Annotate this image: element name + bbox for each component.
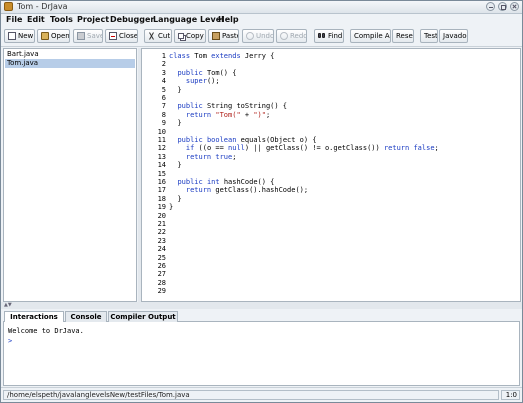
open-folder-icon — [41, 32, 49, 40]
scissors-icon — [148, 32, 156, 40]
undo-icon — [246, 32, 254, 40]
line-number: 8 — [161, 110, 166, 119]
close-window-button[interactable] — [510, 2, 519, 11]
line-number: 27 — [157, 270, 166, 279]
save-button[interactable]: Save — [73, 29, 103, 43]
new-file-icon — [8, 32, 16, 40]
document-item-bart[interactable]: Bart.java — [5, 50, 135, 59]
maximize-button[interactable] — [498, 2, 507, 11]
code-line: return getClass().hashCode(); — [185, 186, 309, 195]
bottom-tab-bar: Interactions Console Compiler Output — [3, 310, 520, 323]
menu-debugger[interactable]: Debugger — [110, 15, 154, 24]
find-button[interactable]: Find — [314, 29, 344, 43]
collapse-arrows-icon[interactable]: ▲▼ — [4, 303, 12, 308]
code-line: } — [169, 161, 182, 170]
cut-button[interactable]: Cut — [144, 29, 172, 43]
line-number: 24 — [157, 245, 166, 254]
line-number: 22 — [157, 228, 166, 237]
menu-language-level[interactable]: Language Level — [153, 15, 224, 24]
line-number: 25 — [157, 253, 166, 262]
minimize-button[interactable] — [486, 2, 495, 11]
line-number: 6 — [161, 94, 166, 102]
new-button[interactable]: New — [4, 29, 35, 43]
menu-tools[interactable]: Tools — [50, 15, 73, 24]
close-button[interactable]: Close — [105, 29, 138, 43]
line-number: 14 — [157, 161, 166, 170]
code-line: class Tom extends Jerry { — [169, 52, 275, 60]
title-bar: Tom - DrJava — [1, 1, 522, 14]
code-line: } — [169, 203, 174, 212]
binoculars-icon — [318, 32, 326, 40]
line-number: 17 — [157, 186, 166, 195]
menu-file[interactable]: File — [6, 15, 22, 24]
copy-button[interactable]: Copy — [174, 29, 206, 43]
save-icon — [77, 32, 85, 40]
line-number: 29 — [157, 287, 166, 296]
welcome-message: Welcome to DrJava. — [8, 327, 84, 335]
menu-bar: File Edit Tools Project Debugger Languag… — [1, 14, 522, 26]
code-line: super(); — [185, 77, 220, 86]
menu-edit[interactable]: Edit — [27, 15, 45, 24]
line-number: 20 — [157, 211, 166, 220]
open-button[interactable]: Open — [37, 29, 70, 43]
code-line: return "Tom(" + ")"; — [185, 110, 271, 119]
toolbar: New Open Save Close Cut Copy Paste Undo … — [1, 27, 522, 47]
redo-button[interactable]: Redo — [276, 29, 307, 43]
line-number: 11 — [157, 136, 166, 144]
line-number: 26 — [157, 262, 166, 270]
code-line: } — [169, 85, 182, 94]
close-file-icon — [109, 32, 117, 40]
line-number: 4 — [161, 77, 166, 86]
line-number: 2 — [161, 60, 166, 69]
compile-all-button[interactable]: Compile All — [350, 29, 391, 43]
line-number: 21 — [157, 220, 166, 228]
line-number: 15 — [157, 169, 166, 178]
paste-icon — [212, 32, 220, 40]
line-number: 10 — [157, 127, 166, 136]
code-line: } — [169, 119, 182, 128]
copy-icon — [178, 33, 184, 39]
tab-compiler-output[interactable]: Compiler Output — [108, 311, 178, 322]
window-title: Tom - DrJava — [17, 2, 68, 11]
line-number: 3 — [161, 68, 166, 77]
line-number: 13 — [157, 152, 166, 161]
code-line: public boolean equals(Object o) { — [177, 136, 317, 144]
line-number: 19 — [157, 203, 166, 212]
document-item-tom[interactable]: Tom.java — [5, 59, 135, 68]
menu-project[interactable]: Project — [77, 15, 109, 24]
reset-button[interactable]: Reset — [392, 29, 414, 43]
interactions-prompt: > — [8, 337, 13, 345]
status-bar: /home/elspeth/javalanglevelsNew/testFile… — [1, 387, 522, 402]
cursor-position: 1:0 — [501, 390, 520, 400]
line-number: 9 — [161, 119, 166, 128]
horizontal-splitter[interactable]: ▲▼ — [1, 302, 522, 309]
paste-button[interactable]: Paste — [208, 29, 239, 43]
interactions-pane[interactable]: Welcome to DrJava. > — [3, 322, 520, 386]
code-line: return true; — [185, 152, 237, 161]
code-line: if ((o == null) || getClass() != o.getCl… — [185, 144, 439, 153]
tab-console[interactable]: Console — [65, 311, 107, 322]
code-editor[interactable]: 1 2 3 4 5 6 7 8 9 10 11 12 13 14 15 16 17 18 19 20 21 22 23 24 2… — [141, 48, 521, 302]
code-line: public Tom() { — [177, 68, 237, 77]
code-line: } — [169, 194, 182, 203]
line-number: 7 — [161, 102, 166, 111]
javadoc-button[interactable]: Javadoc — [439, 29, 468, 43]
drjava-window: Tom - DrJava File Edit Tools Project Deb… — [0, 0, 523, 403]
code-line: public int hashCode() { — [177, 178, 275, 186]
line-number: 28 — [157, 278, 166, 287]
line-number: 23 — [157, 236, 166, 245]
code-line: public String toString() { — [177, 102, 288, 111]
file-path: /home/elspeth/javalanglevelsNew/testFile… — [3, 390, 499, 400]
menu-help[interactable]: Help — [218, 15, 239, 24]
line-number: 12 — [157, 144, 166, 153]
document-list: Bart.java Tom.java — [3, 48, 137, 302]
line-number: 5 — [161, 85, 166, 94]
redo-icon — [280, 32, 288, 40]
line-number: 1 — [161, 52, 166, 60]
line-number: 16 — [157, 178, 166, 186]
line-number: 18 — [157, 194, 166, 203]
undo-button[interactable]: Undo — [242, 29, 274, 43]
test-button[interactable]: Test — [420, 29, 438, 43]
